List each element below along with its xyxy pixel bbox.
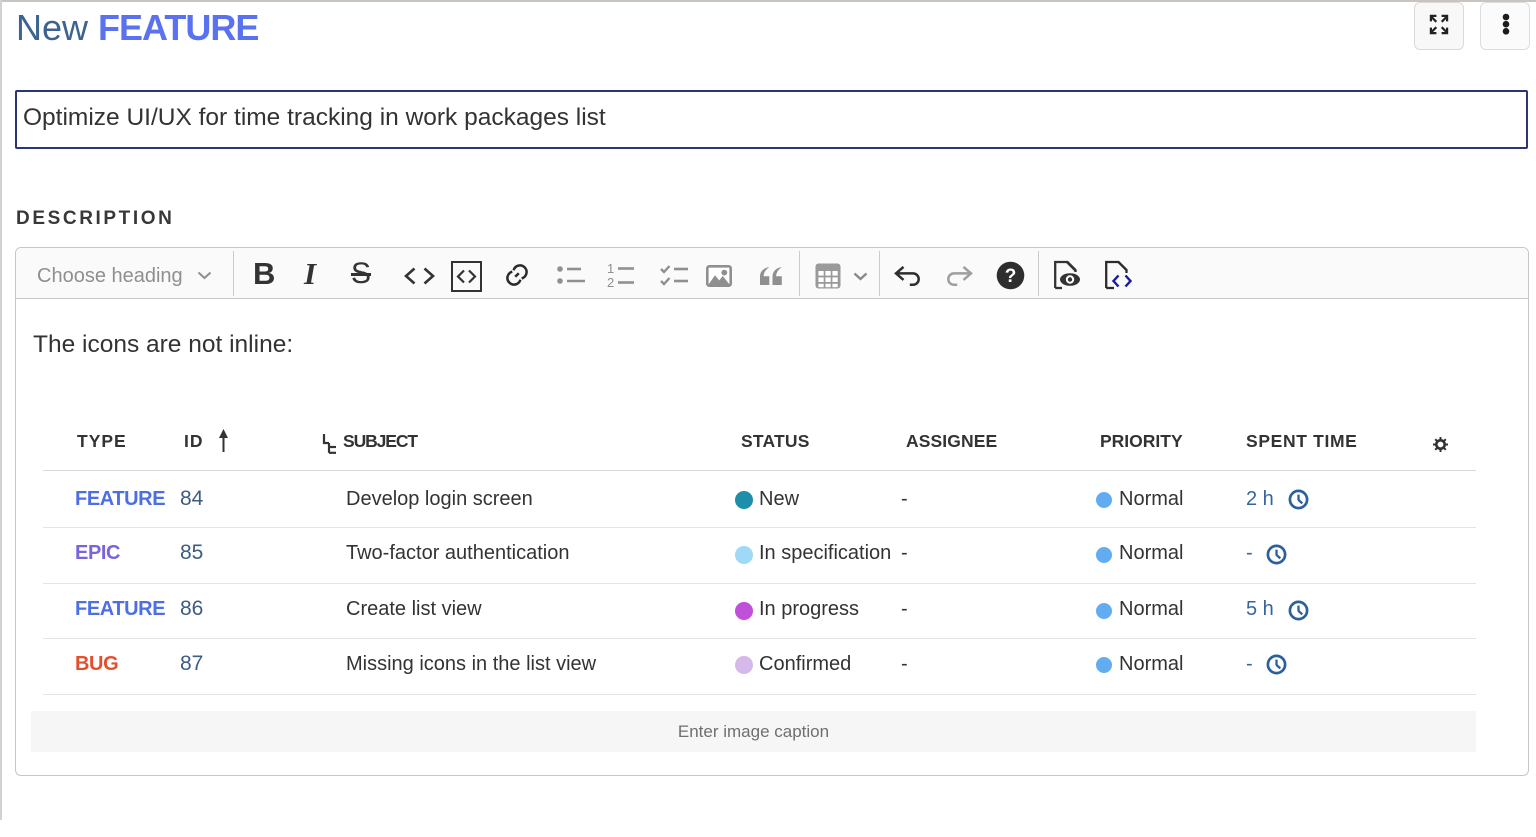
- svg-text:1: 1: [607, 262, 614, 276]
- svg-text:?: ?: [1005, 266, 1017, 287]
- svg-text:2: 2: [607, 275, 614, 289]
